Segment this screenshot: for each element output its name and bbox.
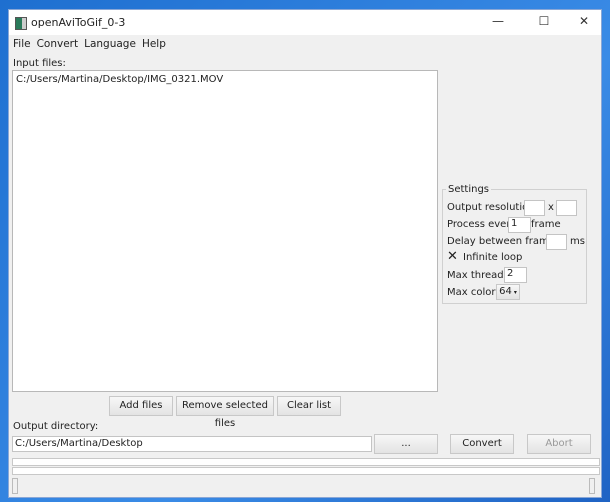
infinite-loop-label: Infinite loop: [463, 252, 523, 263]
list-item[interactable]: C:/Users/Martina/Desktop/IMG_0321.MOV: [13, 71, 437, 88]
menu-file[interactable]: File: [13, 38, 31, 50]
resolution-x-label: x: [548, 202, 554, 213]
process-every-input[interactable]: 1: [508, 217, 531, 233]
close-button[interactable]: ✕: [569, 14, 599, 28]
resolution-height-input[interactable]: [556, 200, 577, 216]
maximize-button[interactable]: ☐: [529, 14, 559, 28]
window-title: openAviToGif_0-3: [31, 16, 126, 29]
clear-list-button[interactable]: Clear list: [277, 396, 341, 416]
max-colors-select[interactable]: 64 ▾: [496, 284, 520, 300]
app-icon: [15, 17, 27, 30]
app-window: openAviToGif_0-3 — ☐ ✕ File Convert Lang…: [8, 9, 602, 498]
add-files-button[interactable]: Add files: [109, 396, 173, 416]
menu-help[interactable]: Help: [142, 38, 166, 50]
convert-button[interactable]: Convert: [450, 434, 514, 454]
minimize-button[interactable]: —: [483, 14, 513, 28]
frame-label: frame: [531, 219, 561, 230]
ms-label: ms: [570, 236, 585, 247]
status-left: [12, 478, 18, 494]
input-files-list[interactable]: C:/Users/Martina/Desktop/IMG_0321.MOV: [12, 70, 438, 392]
browse-button[interactable]: ...: [374, 434, 438, 454]
resize-grip[interactable]: [589, 478, 595, 494]
process-every-label: Process every: [447, 219, 517, 230]
input-files-label: Input files:: [13, 58, 66, 69]
dropdown-arrow-icon: ▾: [511, 289, 517, 296]
progress-bar-2: [12, 467, 600, 475]
settings-title: Settings: [446, 184, 492, 195]
output-directory-label: Output directory:: [13, 421, 99, 432]
abort-button: Abort: [527, 434, 591, 454]
max-threads-input[interactable]: 2: [504, 267, 527, 283]
infinite-loop-checkbox[interactable]: ✕: [447, 249, 458, 264]
max-threads-label: Max threads:: [447, 270, 513, 281]
title-bar: openAviToGif_0-3 — ☐ ✕: [9, 10, 601, 35]
menu-bar: File Convert Language Help: [13, 38, 166, 50]
delay-input[interactable]: [546, 234, 567, 250]
max-colors-value: 64: [499, 286, 512, 297]
resolution-width-input[interactable]: [524, 200, 545, 216]
menu-convert[interactable]: Convert: [37, 38, 79, 50]
output-directory-input[interactable]: C:/Users/Martina/Desktop: [12, 436, 372, 452]
progress-bar-1: [12, 458, 600, 466]
remove-selected-files-button[interactable]: Remove selected files: [176, 396, 274, 429]
menu-language[interactable]: Language: [84, 38, 136, 50]
